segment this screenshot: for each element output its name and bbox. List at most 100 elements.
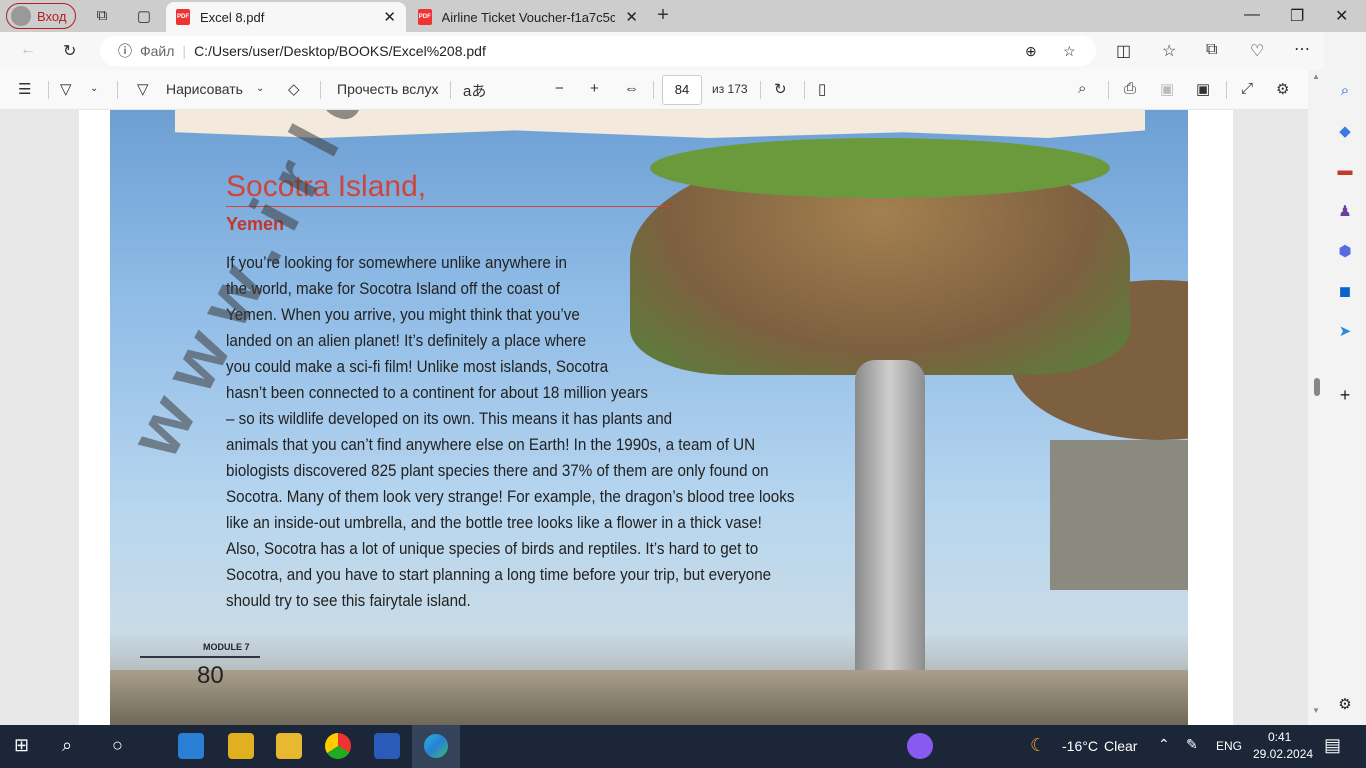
- weather-temp[interactable]: -16°C: [1062, 738, 1098, 754]
- taskbar: ⊞ ⌕ ○ ☾ -16°C Clear ⌃ ✎ ENG 0:41 29.02.2…: [0, 725, 1366, 768]
- start-icon[interactable]: ⊞: [14, 735, 29, 756]
- sidebar-settings-icon[interactable]: ⚙: [1335, 695, 1355, 715]
- read-aloud-button[interactable]: Прочесть вслух: [337, 81, 438, 97]
- edge-sidebar: ⌕ ◆ ▬ ♟ ⬢ ◼ ➤ + ⚙: [1324, 32, 1366, 725]
- body-line: biologists discovered 825 plant species …: [226, 462, 769, 480]
- tab-actions-icon[interactable]: ▢: [135, 7, 153, 25]
- moon-icon: ☾: [1030, 735, 1047, 755]
- zoom-icon[interactable]: ⊕: [1025, 43, 1037, 60]
- tools-icon[interactable]: ▬: [1335, 162, 1355, 182]
- body-line: landed on an alien planet! It’s definite…: [226, 332, 587, 350]
- add-icon[interactable]: +: [1335, 385, 1355, 405]
- pen-icon[interactable]: ✎: [1186, 736, 1198, 753]
- avatar: [11, 6, 31, 26]
- save-icon: ▣: [1160, 81, 1175, 98]
- minimize-button[interactable]: —: [1244, 6, 1260, 24]
- tab-title: Excel 8.pdf: [200, 9, 265, 25]
- alice-icon[interactable]: [907, 733, 933, 759]
- cortana-icon[interactable]: ○: [112, 735, 123, 756]
- workspaces-icon[interactable]: ⧉: [93, 7, 111, 25]
- draw-icon[interactable]: ▽: [137, 80, 149, 98]
- translate-icon[interactable]: aあ: [463, 80, 486, 101]
- refresh-icon[interactable]: ↻: [63, 41, 76, 61]
- page-view-icon[interactable]: ▯: [818, 80, 826, 98]
- save-as-icon[interactable]: ▣: [1196, 80, 1210, 98]
- language-indicator[interactable]: ENG: [1216, 739, 1242, 753]
- close-tab-icon[interactable]: ✕: [383, 8, 396, 26]
- pdf-icon: PDF: [418, 9, 432, 25]
- taskbar-app-icon[interactable]: [228, 733, 254, 759]
- highlight-dropdown-icon[interactable]: ⌄: [90, 83, 98, 94]
- tab-excel-pdf[interactable]: PDF Excel 8.pdf ✕: [166, 2, 406, 32]
- search-icon[interactable]: ⌕: [1078, 80, 1086, 97]
- close-window-button[interactable]: ✕: [1335, 6, 1348, 26]
- body-line: animals that you can’t find anywhere els…: [226, 436, 756, 454]
- scrollbar-thumb[interactable]: [1314, 378, 1320, 396]
- search-icon[interactable]: ⌕: [1335, 82, 1355, 102]
- tab-airline-voucher[interactable]: PDF Airline Ticket Voucher-f1a7c5c58 ✕: [408, 2, 648, 32]
- show-hidden-icons[interactable]: ⌃: [1158, 736, 1170, 753]
- page-total: из 173: [712, 82, 748, 96]
- split-screen-icon[interactable]: ◫: [1116, 41, 1131, 61]
- body-line: Yemen. When you arrive, you might think …: [226, 306, 580, 324]
- pdf-toolbar: ☰ ▽ ⌄ ▽ Нарисовать ⌄ ◇ Прочесть вслух aあ…: [0, 70, 1308, 110]
- back-icon[interactable]: ←: [20, 41, 36, 59]
- body-line: Socotra, and you have to start planning …: [226, 566, 772, 584]
- search-icon[interactable]: ⌕: [62, 735, 72, 756]
- zoom-in-button[interactable]: +: [590, 80, 599, 97]
- weather-text[interactable]: Clear: [1104, 738, 1137, 754]
- favorite-star-icon[interactable]: ☆: [1063, 43, 1076, 60]
- games-icon[interactable]: ♟: [1335, 202, 1355, 222]
- shopping-icon[interactable]: ◆: [1335, 122, 1355, 142]
- highlight-icon[interactable]: ▽: [60, 80, 72, 98]
- body-line: hasn’t been connected to a continent for…: [226, 384, 648, 402]
- address-bar[interactable]: ⓘ Файл | C:/Users/user/Desktop/BOOKS/Exc…: [100, 36, 1096, 66]
- erase-icon[interactable]: ◇: [288, 80, 300, 98]
- body-line: If you’re looking for somewhere unlike a…: [226, 254, 567, 272]
- new-tab-button[interactable]: +: [654, 4, 672, 26]
- clock-time[interactable]: 0:41: [1268, 730, 1291, 744]
- fit-width-icon[interactable]: ⇔: [624, 80, 639, 97]
- print-icon[interactable]: ⎙: [1124, 80, 1136, 97]
- more-icon[interactable]: ⋯: [1294, 39, 1310, 59]
- info-icon[interactable]: ⓘ: [118, 41, 132, 61]
- close-tab-icon[interactable]: ✕: [625, 8, 638, 26]
- tab-title: Airline Ticket Voucher-f1a7c5c58: [441, 9, 616, 25]
- fullscreen-icon[interactable]: ⤢: [1241, 80, 1253, 97]
- browser-essentials-icon[interactable]: ♡: [1250, 41, 1264, 61]
- chrome-icon[interactable]: [325, 733, 351, 759]
- contents-icon[interactable]: ☰: [18, 80, 31, 98]
- clock-date[interactable]: 29.02.2024: [1253, 747, 1313, 761]
- page-number-input[interactable]: 84: [662, 75, 702, 105]
- collections-icon[interactable]: ⧉: [1206, 41, 1217, 59]
- draw-button[interactable]: Нарисовать: [166, 81, 243, 97]
- vertical-scrollbar[interactable]: ▲ ▼: [1308, 70, 1324, 725]
- url-text[interactable]: C:/Users/user/Desktop/BOOKS/Excel%208.pd…: [194, 43, 486, 59]
- rotate-icon[interactable]: ↻: [774, 80, 787, 98]
- body-line: – so its wildlife developed on its own. …: [226, 410, 673, 428]
- scheme-label: Файл: [140, 43, 175, 59]
- drop-icon[interactable]: ➤: [1335, 322, 1355, 342]
- draw-dropdown-icon[interactable]: ⌄: [256, 83, 264, 94]
- outlook-icon[interactable]: ◼: [1335, 282, 1355, 302]
- restore-button[interactable]: ❐: [1290, 6, 1304, 26]
- edge-icon[interactable]: [412, 725, 460, 768]
- microsoft-365-icon[interactable]: ⬢: [1335, 242, 1355, 262]
- body-line: like an inside-out umbrella, and the bot…: [226, 514, 762, 532]
- socotra-photo: Socotra Island, Yemen If you’re looking …: [110, 110, 1188, 725]
- address-bar-row: ← ↻ ⓘ Файл | C:/Users/user/Desktop/BOOKS…: [0, 32, 1366, 70]
- taskbar-app-icon[interactable]: [178, 733, 204, 759]
- module-label: MODULE 7: [203, 642, 250, 652]
- pdf-icon: PDF: [176, 9, 190, 25]
- word-icon[interactable]: [374, 733, 400, 759]
- profile-button[interactable]: Вход: [6, 3, 76, 29]
- settings-icon[interactable]: ⚙: [1276, 80, 1289, 98]
- notifications-icon[interactable]: ▤: [1324, 735, 1341, 756]
- file-explorer-icon[interactable]: [276, 733, 302, 759]
- favorites-icon[interactable]: ☆: [1162, 41, 1176, 61]
- zoom-out-button[interactable]: −: [555, 80, 564, 97]
- tab-bar: Вход ⧉ ▢ PDF Excel 8.pdf ✕ PDF Airline Tick…: [0, 0, 1366, 32]
- body-line: you could make a sci-fi film! Unlike mos…: [226, 358, 609, 376]
- page-number: 80: [197, 662, 224, 689]
- body-line: Socotra. Many of them look very strange!…: [226, 488, 795, 506]
